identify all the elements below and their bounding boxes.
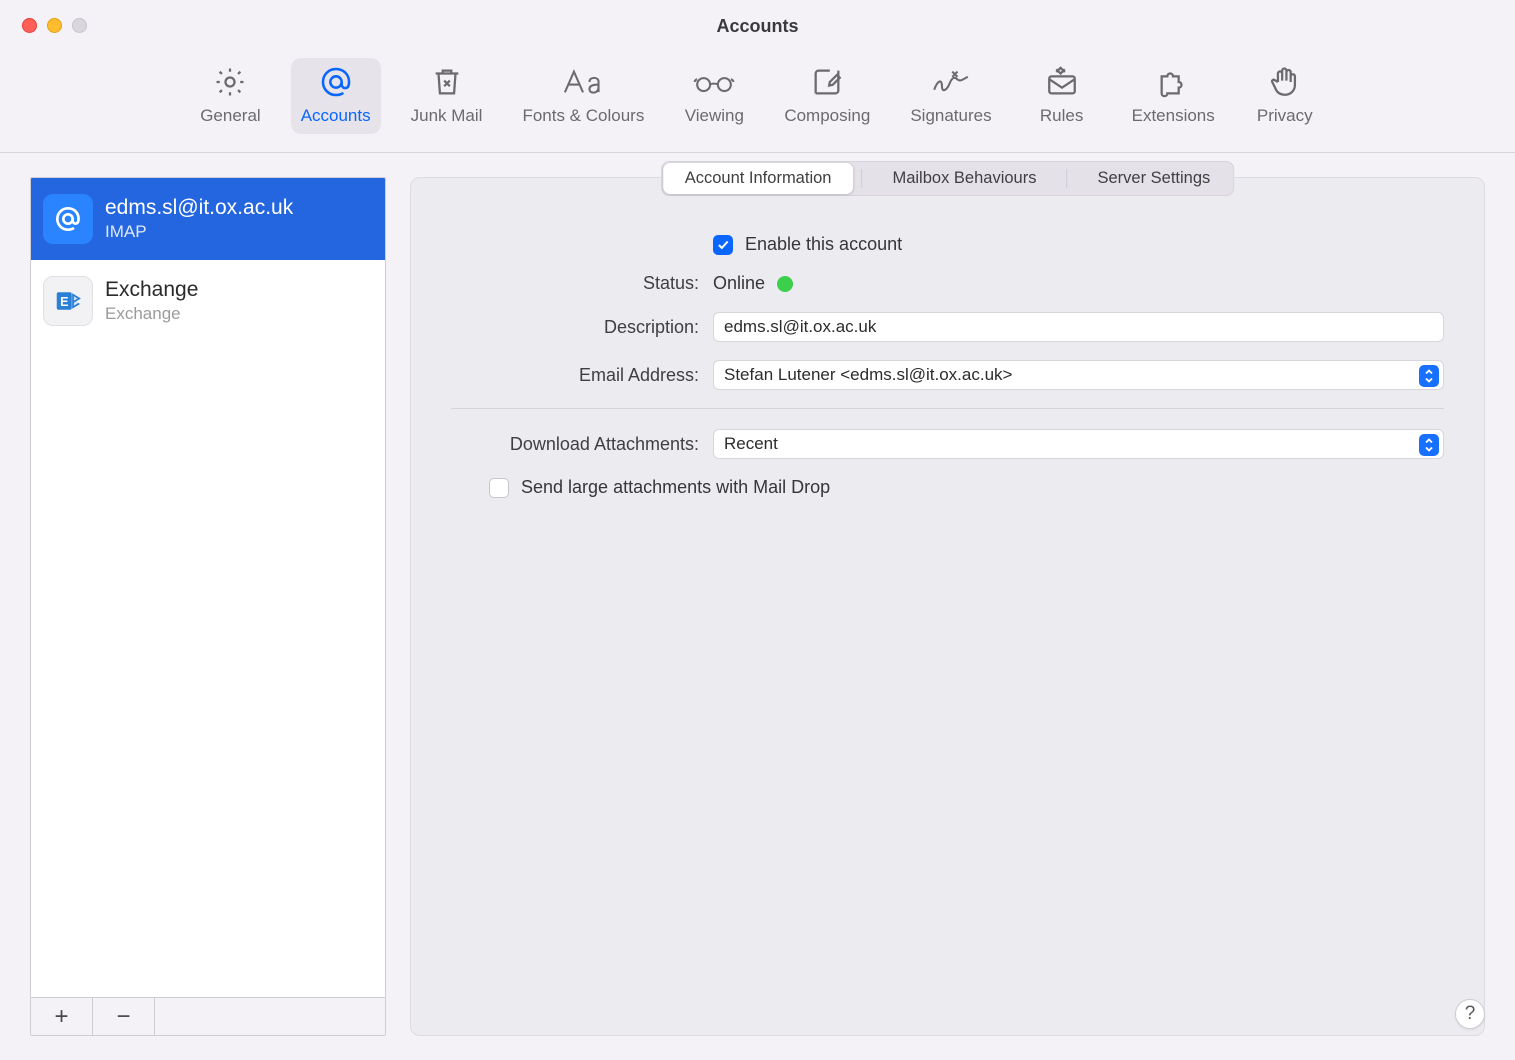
email-address-select[interactable]: Stefan Lutener <edms.sl@it.ox.ac.uk> bbox=[713, 360, 1444, 390]
download-attachments-label: Download Attachments: bbox=[451, 434, 699, 455]
email-address-label: Email Address: bbox=[451, 365, 699, 386]
accounts-sidebar: edms.sl@it.ox.ac.uk IMAP E Exchange Exch… bbox=[30, 177, 386, 1036]
rules-envelope-icon bbox=[1045, 64, 1079, 100]
status-value: Online bbox=[713, 273, 765, 294]
fonts-icon bbox=[561, 64, 605, 100]
description-value: edms.sl@it.ox.ac.uk bbox=[724, 317, 876, 337]
tab-server-settings[interactable]: Server Settings bbox=[1075, 163, 1232, 194]
exchange-badge-icon: E bbox=[43, 276, 93, 326]
panel-body: Enable this account Status: Online Descr… bbox=[411, 178, 1484, 546]
mail-drop-checkbox[interactable] bbox=[489, 478, 509, 498]
account-subtitle: Exchange bbox=[105, 304, 198, 324]
at-badge-icon bbox=[43, 194, 93, 244]
help-button[interactable]: ? bbox=[1455, 999, 1485, 1029]
minimize-window-button[interactable] bbox=[47, 18, 62, 33]
svg-text:E: E bbox=[60, 295, 68, 309]
toolbar-label: Viewing bbox=[685, 106, 744, 126]
account-name: edms.sl@it.ox.ac.uk bbox=[105, 196, 293, 220]
puzzle-icon bbox=[1156, 64, 1190, 100]
toolbar-extensions[interactable]: Extensions bbox=[1122, 58, 1225, 134]
close-window-button[interactable] bbox=[22, 18, 37, 33]
toolbar-signatures[interactable]: Signatures bbox=[900, 58, 1001, 134]
window-controls bbox=[22, 18, 87, 33]
trash-x-icon bbox=[430, 64, 464, 100]
preferences-toolbar: General Accounts Junk Mail Fonts & Colou… bbox=[0, 52, 1515, 153]
toolbar-label: Privacy bbox=[1257, 106, 1313, 126]
description-label: Description: bbox=[451, 317, 699, 338]
chevron-updown-icon bbox=[1419, 365, 1439, 387]
toolbar-label: General bbox=[200, 106, 260, 126]
remove-account-button[interactable]: − bbox=[93, 998, 155, 1035]
tab-account-information[interactable]: Account Information bbox=[663, 163, 854, 194]
gear-icon bbox=[213, 64, 247, 100]
toolbar-label: Rules bbox=[1040, 106, 1083, 126]
account-row-exchange[interactable]: E Exchange Exchange bbox=[31, 260, 385, 342]
signature-icon bbox=[929, 64, 973, 100]
titlebar: Accounts bbox=[0, 0, 1515, 52]
separator bbox=[861, 169, 862, 188]
separator bbox=[1066, 169, 1067, 188]
account-row-imap[interactable]: edms.sl@it.ox.ac.uk IMAP bbox=[31, 178, 385, 260]
divider bbox=[451, 408, 1444, 409]
account-detail-panel: Account Information Mailbox Behaviours S… bbox=[410, 177, 1485, 1036]
toolbar-label: Junk Mail bbox=[411, 106, 483, 126]
account-subtitle: IMAP bbox=[105, 222, 293, 242]
glasses-icon bbox=[692, 64, 736, 100]
download-attachments-select[interactable]: Recent bbox=[713, 429, 1444, 459]
toolbar-label: Signatures bbox=[910, 106, 991, 126]
account-tabs: Account Information Mailbox Behaviours S… bbox=[661, 161, 1235, 196]
email-address-value: Stefan Lutener <edms.sl@it.ox.ac.uk> bbox=[724, 365, 1012, 385]
toolbar-label: Extensions bbox=[1132, 106, 1215, 126]
toolbar-fonts-colours[interactable]: Fonts & Colours bbox=[512, 58, 654, 134]
toolbar-composing[interactable]: Composing bbox=[774, 58, 880, 134]
toolbar-rules[interactable]: Rules bbox=[1022, 58, 1102, 134]
toolbar-privacy[interactable]: Privacy bbox=[1245, 58, 1325, 134]
hand-icon bbox=[1268, 64, 1302, 100]
status-label: Status: bbox=[451, 273, 699, 294]
mail-drop-label: Send large attachments with Mail Drop bbox=[521, 477, 830, 498]
toolbar-label: Accounts bbox=[301, 106, 371, 126]
accounts-footer: + − bbox=[31, 997, 385, 1035]
enable-account-label: Enable this account bbox=[745, 234, 902, 255]
toolbar-accounts[interactable]: Accounts bbox=[291, 58, 381, 134]
chevron-updown-icon bbox=[1419, 434, 1439, 456]
toolbar-label: Composing bbox=[784, 106, 870, 126]
content: edms.sl@it.ox.ac.uk IMAP E Exchange Exch… bbox=[0, 153, 1515, 1060]
toolbar-viewing[interactable]: Viewing bbox=[674, 58, 754, 134]
add-account-button[interactable]: + bbox=[31, 998, 93, 1035]
description-input[interactable]: edms.sl@it.ox.ac.uk bbox=[713, 312, 1444, 342]
accounts-list: edms.sl@it.ox.ac.uk IMAP E Exchange Exch… bbox=[31, 178, 385, 997]
at-icon bbox=[319, 64, 353, 100]
toolbar-junk-mail[interactable]: Junk Mail bbox=[401, 58, 493, 134]
status-online-icon bbox=[777, 276, 793, 292]
tab-mailbox-behaviours[interactable]: Mailbox Behaviours bbox=[870, 163, 1058, 194]
download-attachments-value: Recent bbox=[724, 434, 778, 454]
enable-account-checkbox[interactable] bbox=[713, 235, 733, 255]
zoom-window-button[interactable] bbox=[72, 18, 87, 33]
account-name: Exchange bbox=[105, 278, 198, 302]
toolbar-label: Fonts & Colours bbox=[522, 106, 644, 126]
toolbar-general[interactable]: General bbox=[190, 58, 270, 134]
compose-icon bbox=[810, 64, 844, 100]
window-title: Accounts bbox=[0, 16, 1515, 37]
